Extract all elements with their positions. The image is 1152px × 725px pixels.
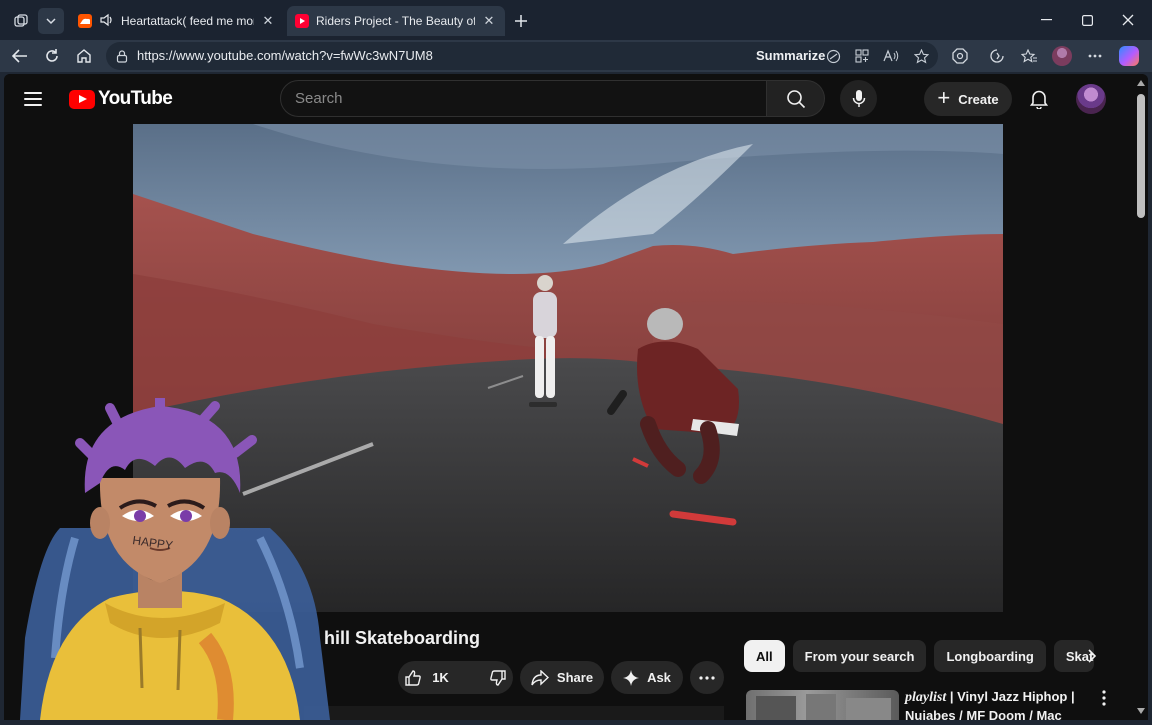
search-button[interactable] [767,80,825,117]
create-label: Create [958,91,999,107]
like-button[interactable]: 1K [392,661,461,694]
read-aloud-icon[interactable] [880,46,902,66]
browser-window: Heartattack( feed me money ✕ Riders Proj… [0,0,1152,721]
vtuber-avatar-overlay: HAPPY [0,393,330,721]
thumbs-down-icon [489,669,506,686]
thumbs-up-icon [405,669,422,686]
recommendation-title-italic: playlist [905,690,947,705]
share-arrow-icon [531,669,549,686]
home-icon[interactable] [70,43,98,69]
tab-title: Riders Project - The Beauty of Do [316,14,475,28]
youtube-favicon-icon [295,14,309,28]
ask-button[interactable]: Ask [611,661,683,694]
close-tab-icon[interactable]: ✕ [260,13,276,29]
back-arrow-icon[interactable] [6,43,34,69]
address-bar[interactable]: https://www.youtube.com/watch?v=fwWc3wN7… [106,42,938,70]
close-window-icon[interactable] [1108,6,1148,34]
recommendation-thumbnail[interactable] [746,690,899,720]
search-box [280,80,767,117]
browser-essentials-icon[interactable] [984,44,1010,68]
account-avatar[interactable] [1076,84,1106,114]
soundcloud-favicon-icon [78,14,92,28]
profile-avatar[interactable] [1049,44,1075,68]
plus-icon: + [937,85,951,110]
recommendation-more-icon[interactable] [1094,690,1114,711]
recommendation-chips: All From your search Longboarding Skat [744,640,1094,672]
search-icon [786,89,805,108]
copilot-icon[interactable] [1116,44,1142,68]
youtube-logo[interactable]: YouTube [69,88,173,110]
more-options-icon[interactable] [1082,44,1108,68]
new-tab-plus-icon[interactable] [508,8,534,34]
browser-toolbar: https://www.youtube.com/watch?v=fwWc3wN7… [0,40,1152,72]
chevron-right-icon[interactable] [1080,644,1104,668]
sparkle-icon [623,669,640,686]
more-horizontal-icon [699,675,715,680]
like-dislike-group: 1K [398,661,513,694]
minimize-icon[interactable] [1026,6,1066,34]
scroll-down-arrow-icon[interactable] [1137,708,1145,714]
page-scrollbar[interactable] [1134,74,1148,720]
notifications-bell-icon[interactable] [1024,84,1054,114]
ask-label: Ask [647,670,671,685]
scrollbar-thumb[interactable] [1137,94,1145,218]
extensions-icon[interactable] [947,44,973,68]
summarize-icon[interactable] [822,46,844,66]
tab-riders-project[interactable]: Riders Project - The Beauty of Do ✕ [287,6,505,36]
youtube-header: YouTube + Create [4,74,1134,124]
search-input[interactable] [281,81,766,116]
menu-hamburger-icon[interactable] [24,87,50,111]
tab-title: Heartattack( feed me money [121,14,254,28]
tab-heartattack[interactable]: Heartattack( feed me money ✕ [70,6,284,36]
dislike-button[interactable] [477,661,519,694]
chip-longboarding[interactable]: Longboarding [934,640,1046,672]
workspaces-icon[interactable] [8,8,34,34]
youtube-play-icon [69,89,95,109]
close-tab-icon[interactable]: ✕ [481,13,497,29]
scroll-up-arrow-icon[interactable] [1137,80,1145,86]
chip-from-your-search[interactable]: From your search [792,640,927,672]
voice-search-button[interactable] [840,80,877,117]
chip-all[interactable]: All [744,640,785,672]
tab-strip: Heartattack( feed me money ✕ Riders Proj… [0,0,1152,40]
video-title: hill Skateboarding [324,628,481,648]
tab-actions-chevron-icon[interactable] [38,8,64,34]
recommendation-title[interactable]: playlist | Vinyl Jazz Hiphop | Nujabes /… [905,688,1085,720]
audio-playing-icon[interactable] [99,13,115,30]
microphone-icon [852,89,865,107]
youtube-logo-text: YouTube [98,88,173,109]
app-available-icon[interactable] [851,46,873,66]
site-info-lock-icon[interactable] [114,48,130,64]
refresh-icon[interactable] [38,43,66,69]
summarize-button[interactable]: Summarize [756,48,825,63]
more-actions-button[interactable] [690,661,724,694]
url-text[interactable]: https://www.youtube.com/watch?v=fwWc3wN7… [137,48,433,63]
create-button[interactable]: + Create [924,82,1012,116]
lower-page-strip [304,706,724,720]
like-count: 1K [432,670,449,685]
share-label: Share [556,670,594,685]
maximize-icon[interactable] [1067,6,1107,34]
share-button[interactable]: Share [520,661,604,694]
favorites-icon[interactable] [1016,44,1042,68]
favorite-star-icon[interactable] [910,46,932,66]
